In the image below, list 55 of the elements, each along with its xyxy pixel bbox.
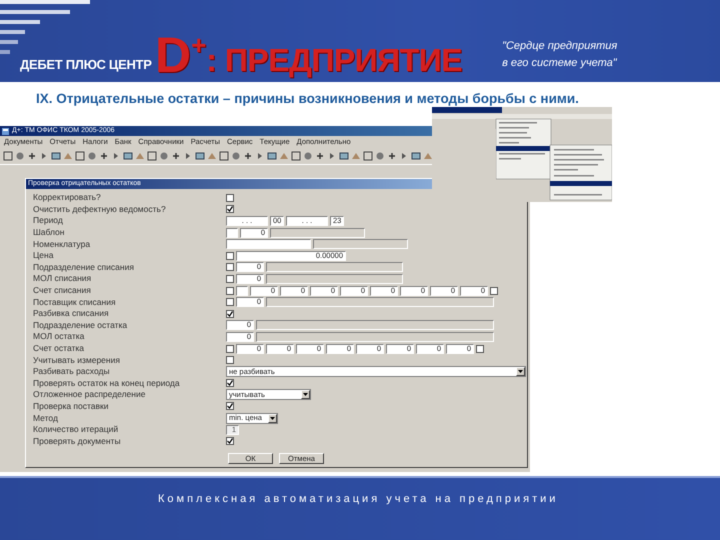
- field-label: Подразделение остатка: [33, 320, 128, 331]
- checkbox[interactable]: [226, 344, 234, 353]
- toolbar-icon[interactable]: [171, 150, 181, 160]
- field-label: Цена: [33, 250, 54, 262]
- field-label: Период: [33, 215, 64, 226]
- toolbar-icon[interactable]: [387, 150, 397, 160]
- checkbox[interactable]: [226, 402, 234, 410]
- field-label: Количество итераций: [33, 424, 120, 436]
- field-label: Подразделение списания: [33, 262, 135, 273]
- checkbox[interactable]: [226, 252, 234, 260]
- checkbox[interactable]: [226, 286, 234, 295]
- field-label: МОЛ списания: [33, 273, 92, 284]
- checkbox[interactable]: [226, 263, 234, 272]
- toolbar-icon[interactable]: [99, 150, 109, 160]
- toolbar-icon[interactable]: [27, 150, 37, 160]
- footer-text: Комплексная автоматизация учета на предприятии: [157, 492, 560, 507]
- field-label: Очистить дефектную ведомость?: [33, 204, 167, 215]
- checkbox[interactable]: [226, 356, 234, 364]
- product-logo: D+: ПРЕДПРИЯТИЕ: [155, 32, 462, 78]
- slogan: "Сердце предприятия в его системе учета": [502, 39, 618, 71]
- checkbox[interactable]: [476, 344, 484, 353]
- caret-icon: [518, 370, 523, 374]
- checkbox[interactable]: [226, 310, 234, 318]
- checkbox[interactable]: [490, 286, 498, 295]
- field-label: Проверять остаток на конец периода: [33, 378, 181, 389]
- input-field[interactable]: [226, 228, 238, 238]
- slide-heading: IX. Отрицательные остатки – причины возникновения и методы борьбы с ними.: [35, 90, 580, 107]
- field-label: Номенклатура: [33, 238, 92, 250]
- field-label: Проверять документы: [33, 436, 122, 447]
- field-label: Метод: [33, 412, 59, 424]
- field-label: Шаблон: [33, 227, 66, 238]
- company-logo-text: ДЕБЕТ ПЛЮС ЦЕНТР: [20, 56, 153, 74]
- field-label: МОЛ остатка: [33, 331, 86, 342]
- checkbox[interactable]: [226, 437, 234, 446]
- toolbar-icon[interactable]: [315, 150, 325, 160]
- input-field[interactable]: [236, 286, 248, 296]
- checkbox[interactable]: [226, 274, 234, 283]
- field-label: Проверка поставки: [33, 400, 110, 412]
- checkbox[interactable]: [226, 194, 234, 202]
- field-label: Счет остатка: [33, 343, 86, 354]
- caret-icon: [303, 393, 308, 396]
- field-label: Корректировать?: [33, 192, 102, 204]
- field-label: Разбивка списания: [33, 308, 110, 320]
- checkbox[interactable]: [226, 298, 234, 306]
- app-icon: [2, 128, 9, 134]
- field-label: Разбивать расходы: [33, 366, 111, 378]
- checkbox[interactable]: [226, 379, 234, 388]
- field-label: Отложенное распределение: [33, 389, 146, 400]
- field-label: Учитывать измерения: [33, 354, 121, 366]
- checkbox[interactable]: [226, 205, 234, 214]
- input-field[interactable]: [226, 239, 311, 250]
- field-label: Счет списания: [33, 285, 92, 296]
- toolbar-icon[interactable]: [243, 150, 253, 160]
- caret-icon: [270, 416, 275, 420]
- field-label: Поставщик списания: [33, 296, 117, 308]
